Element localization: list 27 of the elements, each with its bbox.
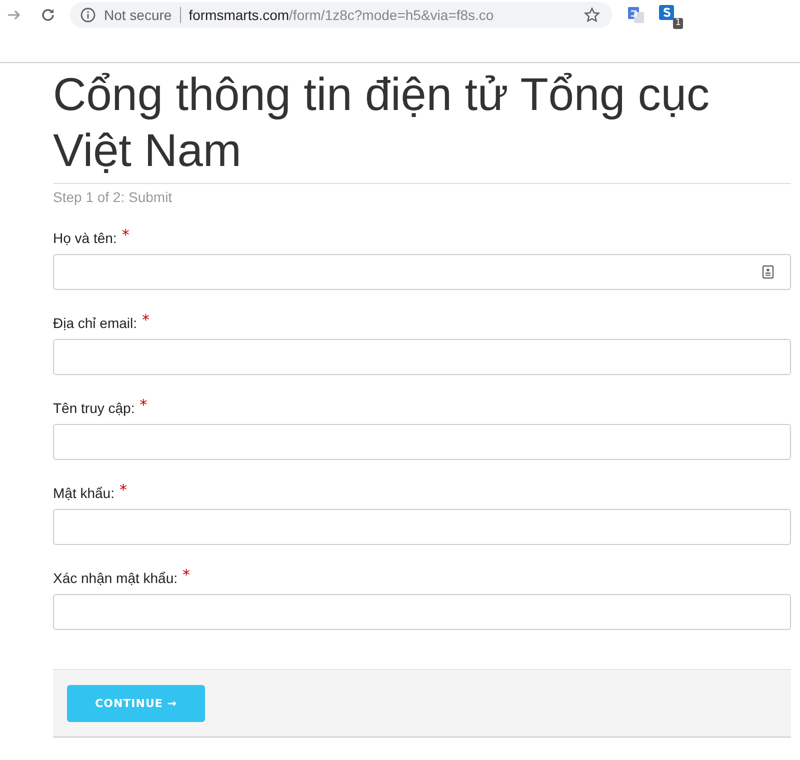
- field-label: Mật khẩu:: [53, 484, 114, 501]
- required-mark: *: [142, 311, 150, 329]
- field-label: Địa chỉ email:: [53, 314, 138, 331]
- security-label: Not secure: [104, 7, 172, 23]
- input-field[interactable]: [53, 509, 791, 545]
- input-field[interactable]: [53, 254, 791, 290]
- extension-badge: 1: [673, 18, 683, 29]
- info-icon[interactable]: [80, 7, 96, 23]
- star-icon[interactable]: [584, 7, 600, 23]
- required-mark: *: [182, 566, 190, 584]
- url-text: formsmarts.com/form/1z8c?mode=h5&via=f8s.co: [188, 7, 494, 23]
- field-label: Tên truy cập:: [53, 399, 135, 416]
- input-field[interactable]: [53, 594, 791, 630]
- address-bar[interactable]: Not secure formsmarts.com/form/1z8c?mode=h5&via=f8s.co: [70, 2, 612, 28]
- required-mark: *: [119, 481, 127, 499]
- contact-card-icon[interactable]: [762, 265, 774, 279]
- input-field[interactable]: [53, 339, 791, 375]
- input-field[interactable]: [53, 424, 791, 460]
- required-mark: *: [122, 226, 130, 244]
- step-indicator: Step 1 of 2: Submit: [53, 189, 174, 205]
- required-mark: *: [140, 396, 148, 414]
- form-title: Cổng thông tin điện tử Tổng cục Việt Nam: [53, 67, 710, 178]
- reload-icon[interactable]: [40, 7, 56, 23]
- extension-icon[interactable]: [658, 4, 676, 22]
- field-label: Họ và tên:: [53, 229, 117, 246]
- translate-icon[interactable]: [627, 6, 645, 24]
- field-label: Xác nhận mật khẩu:: [53, 569, 178, 586]
